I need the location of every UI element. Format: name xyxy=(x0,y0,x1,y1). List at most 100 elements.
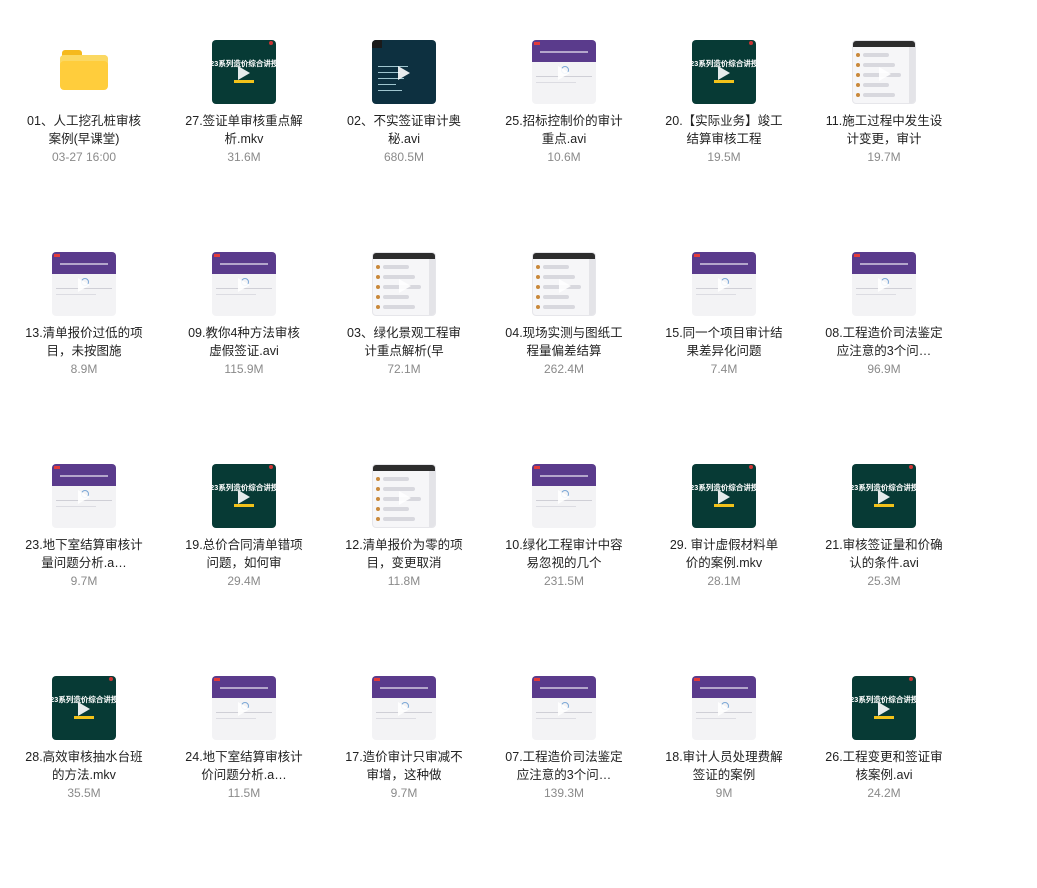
video-thumbnail xyxy=(532,40,596,104)
thumbnail-image xyxy=(532,40,596,104)
file-size: 231.5M xyxy=(543,574,585,588)
play-icon xyxy=(78,278,90,292)
file-name: 12.清单报价为零的项目，变更取消 xyxy=(345,538,463,570)
play-icon xyxy=(78,490,90,504)
thumbnail-image xyxy=(852,40,916,104)
thumbnail-image: 23系列造价综合讲授 xyxy=(692,40,756,104)
file-browser: { "files": [ [ {"name":"01、人工挖孔桩审核案例(早课堂… xyxy=(0,0,1037,844)
file-name: 01、人工挖孔桩审核案例(早课堂) xyxy=(27,114,141,146)
file-item[interactable]: 23.地下室结算审核计量问题分析.a… 9.7M xyxy=(4,464,164,588)
file-item[interactable]: 12.清单报价为零的项目，变更取消 11.8M xyxy=(324,464,484,588)
thumbnail-image xyxy=(532,676,596,740)
file-name: 04.现场实测与图纸工程量偏差结算 xyxy=(505,326,623,358)
file-item[interactable]: 07.工程造价司法鉴定应注意的3个问… 139.3M xyxy=(484,676,644,800)
play-icon xyxy=(238,490,250,504)
play-icon xyxy=(718,490,730,504)
file-item[interactable]: 23系列造价综合讲授 20.【实际业务】竣工结算审核工程 19.5M xyxy=(644,40,804,164)
video-thumbnail xyxy=(372,252,436,316)
file-size: 19.7M xyxy=(867,150,901,164)
thumbnail-image xyxy=(52,252,116,316)
play-icon xyxy=(879,67,891,81)
play-icon xyxy=(718,702,730,716)
file-name: 19.总价合同清单错项问题，如何审 xyxy=(185,538,303,570)
thumbnail-image: 23系列造价综合讲授 xyxy=(852,676,916,740)
video-thumbnail xyxy=(372,40,436,104)
file-size: 9.7M xyxy=(70,574,98,588)
file-name: 29. 审计虚假材料单价的案例.mkv xyxy=(669,538,779,570)
play-icon xyxy=(718,278,730,292)
file-name: 25.招标控制价的审计重点.avi xyxy=(505,114,623,146)
folder-item[interactable]: 01、人工挖孔桩审核案例(早课堂) 03-27 16:00 xyxy=(4,40,164,164)
file-name: 20.【实际业务】竣工结算审核工程 xyxy=(665,114,783,146)
file-row: 01、人工挖孔桩审核案例(早课堂) 03-27 16:00 23系列造价综合讲授 27… xyxy=(4,40,1033,252)
play-icon xyxy=(238,66,250,80)
video-thumbnail: 23系列造价综合讲授 xyxy=(852,676,916,740)
file-item[interactable]: 08.工程造价司法鉴定应注意的3个问… 96.9M xyxy=(804,252,964,376)
file-name: 10.绿化工程审计中容易忽视的几个 xyxy=(505,538,623,570)
play-icon xyxy=(78,702,90,716)
play-icon xyxy=(718,66,730,80)
file-size: 35.5M xyxy=(67,786,101,800)
thumbnail-image: 23系列造价综合讲授 xyxy=(212,464,276,528)
file-item[interactable]: 17.造价审计只审减不审增，这种做 9.7M xyxy=(324,676,484,800)
file-name: 07.工程造价司法鉴定应注意的3个问… xyxy=(505,750,623,782)
file-item[interactable]: 23系列造价综合讲授 19.总价合同清单错项问题，如何审 29.4M xyxy=(164,464,324,588)
thumbnail-image xyxy=(52,464,116,528)
file-size: 9.7M xyxy=(390,786,418,800)
file-size: 25.3M xyxy=(867,574,901,588)
file-name: 09.教你4种方法审核虚假签证.avi xyxy=(188,326,300,358)
thumbnail-image xyxy=(212,676,276,740)
folder-icon xyxy=(60,50,108,90)
file-item[interactable]: 23系列造价综合讲授 29. 审计虚假材料单价的案例.mkv 28.1M xyxy=(644,464,804,588)
file-size: 24.2M xyxy=(867,786,901,800)
file-name: 24.地下室结算审核计价问题分析.a… xyxy=(185,750,303,782)
play-icon xyxy=(399,279,411,293)
file-grid: 01、人工挖孔桩审核案例(早课堂) 03-27 16:00 23系列造价综合讲授 27… xyxy=(4,40,1033,888)
file-size: 9M xyxy=(715,786,733,800)
thumbnail-image xyxy=(532,252,596,316)
video-thumbnail xyxy=(852,40,916,104)
video-thumbnail: 23系列造价综合讲授 xyxy=(852,464,916,528)
file-item[interactable]: 23系列造价综合讲授 27.签证单审核重点解析.mkv 31.6M xyxy=(164,40,324,164)
thumbnail-image: 23系列造价综合讲授 xyxy=(52,676,116,740)
file-item[interactable]: 24.地下室结算审核计价问题分析.a… 11.5M xyxy=(164,676,324,800)
file-item[interactable]: 23系列造价综合讲授 26.工程变更和签证审核案例.avi 24.2M xyxy=(804,676,964,800)
file-item[interactable]: 10.绿化工程审计中容易忽视的几个 231.5M xyxy=(484,464,644,588)
file-item[interactable]: 15.同一个项目审计结果差异化问题 7.4M xyxy=(644,252,804,376)
thumbnail-image xyxy=(372,464,436,528)
file-size: 10.6M xyxy=(547,150,581,164)
thumbnail-image xyxy=(532,464,596,528)
play-icon xyxy=(558,702,570,716)
file-item[interactable]: 11.施工过程中发生设计变更，审计 19.7M xyxy=(804,40,964,164)
file-name: 18.审计人员处理费解签证的案例 xyxy=(665,750,783,782)
file-name: 13.清单报价过低的项目，未按图施 xyxy=(25,326,143,358)
file-item[interactable]: 18.审计人员处理费解签证的案例 9M xyxy=(644,676,804,800)
file-date: 03-27 16:00 xyxy=(51,150,117,164)
file-item[interactable]: 25.招标控制价的审计重点.avi 10.6M xyxy=(484,40,644,164)
video-thumbnail xyxy=(372,676,436,740)
video-thumbnail: 23系列造价综合讲授 xyxy=(212,40,276,104)
video-thumbnail xyxy=(372,464,436,528)
file-item[interactable]: 02、不实签证审计奥秘.avi 680.5M xyxy=(324,40,484,164)
file-item[interactable]: 03、绿化景观工程审计重点解析(早 72.1M xyxy=(324,252,484,376)
play-icon xyxy=(399,491,411,505)
file-item[interactable]: 09.教你4种方法审核虚假签证.avi 115.9M xyxy=(164,252,324,376)
file-size: 31.6M xyxy=(227,150,261,164)
video-thumbnail xyxy=(212,252,276,316)
video-thumbnail xyxy=(852,252,916,316)
file-size: 29.4M xyxy=(227,574,261,588)
file-item[interactable]: 23系列造价综合讲授 21.审核签证量和价确认的条件.avi 25.3M xyxy=(804,464,964,588)
play-icon xyxy=(878,278,890,292)
thumbnail-image xyxy=(692,252,756,316)
play-icon xyxy=(238,702,250,716)
file-item[interactable]: 04.现场实测与图纸工程量偏差结算 262.4M xyxy=(484,252,644,376)
play-icon xyxy=(398,66,410,80)
thumbnail-image xyxy=(372,676,436,740)
file-item[interactable]: 13.清单报价过低的项目，未按图施 8.9M xyxy=(4,252,164,376)
video-thumbnail xyxy=(692,676,756,740)
file-item[interactable]: 23系列造价综合讲授 28.高效审核抽水台班的方法.mkv 35.5M xyxy=(4,676,164,800)
video-thumbnail: 23系列造价综合讲授 xyxy=(52,676,116,740)
play-icon xyxy=(878,490,890,504)
file-name: 26.工程变更和签证审核案例.avi xyxy=(825,750,943,782)
video-thumbnail xyxy=(532,464,596,528)
